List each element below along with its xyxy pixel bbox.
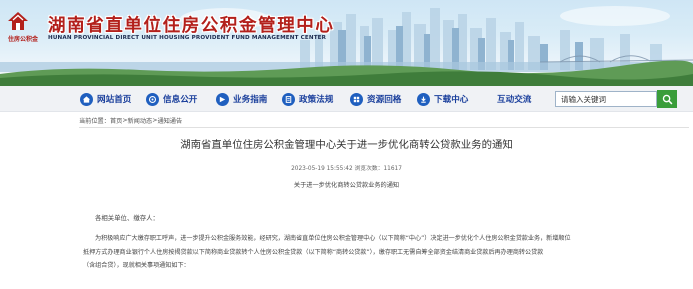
nav-item-resources[interactable]: 资源回格 bbox=[350, 91, 401, 107]
article-meta: 2023-05-19 15:55:42 浏览次数：11617 bbox=[291, 166, 402, 172]
paragraph-line: 抵押方式办理商业银行个人住房按揭贷款以下简称商业贷款转个人住房公积金贷款（以下简… bbox=[83, 248, 544, 256]
nav-item-home[interactable]: 网站首页 bbox=[80, 91, 131, 107]
search-input[interactable] bbox=[555, 91, 657, 107]
nav-item-business-guide[interactable]: 业务指南 bbox=[216, 91, 267, 107]
breadcrumb: 当前位置： 首页 > 新闻动态 > 通知通告 bbox=[79, 114, 689, 126]
nav-item-label: 互动交流 bbox=[497, 95, 532, 105]
nav-item-label: 下载中心 bbox=[434, 95, 469, 105]
nav-item-label: 信息公开 bbox=[163, 95, 198, 105]
guide-icon bbox=[216, 92, 229, 106]
nav-item-label: 资源回格 bbox=[367, 95, 402, 105]
home-icon bbox=[80, 92, 93, 106]
nav-item-policy-regulations[interactable]: 政策法规 bbox=[282, 91, 333, 107]
logo-subtitle: 住房公积金 bbox=[7, 36, 38, 43]
nav-item-interaction[interactable]: 互动交流 bbox=[497, 91, 531, 107]
breadcrumb-divider bbox=[79, 127, 689, 128]
search-icon bbox=[662, 94, 672, 104]
article-title: 湖南省直单位住房公积金管理中心关于进一步优化商转公贷款业务的通知 bbox=[180, 139, 513, 151]
resource-icon bbox=[350, 92, 363, 106]
breadcrumb-news-link[interactable]: 新闻动态 bbox=[128, 116, 153, 125]
site-title-english: HUNAN PROVINCIAL DIRECT UNIT HOUSING PRO… bbox=[48, 35, 327, 41]
article-subtitle: 关于进一步优化商转公贷款业务的通知 bbox=[293, 182, 400, 189]
article-paragraph: 为积极响应广大缴存职工呼声，进一步提升公积金服务效能，经研究，湖南省直单位住房公… bbox=[83, 232, 693, 273]
paragraph-line: （含组合贷），现就相关事项通知如下： bbox=[83, 262, 190, 270]
provident-fund-logo-icon bbox=[8, 12, 28, 30]
site-title: 湖南省直单位住房公积金管理中心 bbox=[48, 16, 335, 36]
breadcrumb-home-link[interactable]: 首页 bbox=[110, 116, 122, 125]
article-greeting: 各相关单位、缴存人： bbox=[95, 214, 159, 222]
policy-icon bbox=[282, 92, 295, 106]
breadcrumb-prefix: 当前位置： bbox=[79, 117, 110, 125]
download-icon bbox=[417, 92, 430, 106]
search-button[interactable] bbox=[657, 90, 677, 108]
nav-item-label: 业务指南 bbox=[233, 95, 268, 105]
nav-item-label: 网站首页 bbox=[97, 95, 132, 105]
breadcrumb-notices-link[interactable]: 通知通告 bbox=[157, 116, 182, 125]
info-icon bbox=[146, 92, 159, 106]
header-banner: 住房公积金 湖南省直单位住房公积金管理中心 HUNAN PROVINCIAL D… bbox=[0, 0, 693, 86]
nav-item-info-disclosure[interactable]: 信息公开 bbox=[146, 91, 197, 107]
paragraph-line: 为积极响应广大缴存职工呼声，进一步提升公积金服务效能，经研究，湖南省直单位住房公… bbox=[95, 235, 571, 242]
nav-item-label: 政策法规 bbox=[299, 95, 334, 105]
nav-item-download-center[interactable]: 下载中心 bbox=[417, 91, 468, 107]
cloud-decoration bbox=[560, 6, 670, 26]
